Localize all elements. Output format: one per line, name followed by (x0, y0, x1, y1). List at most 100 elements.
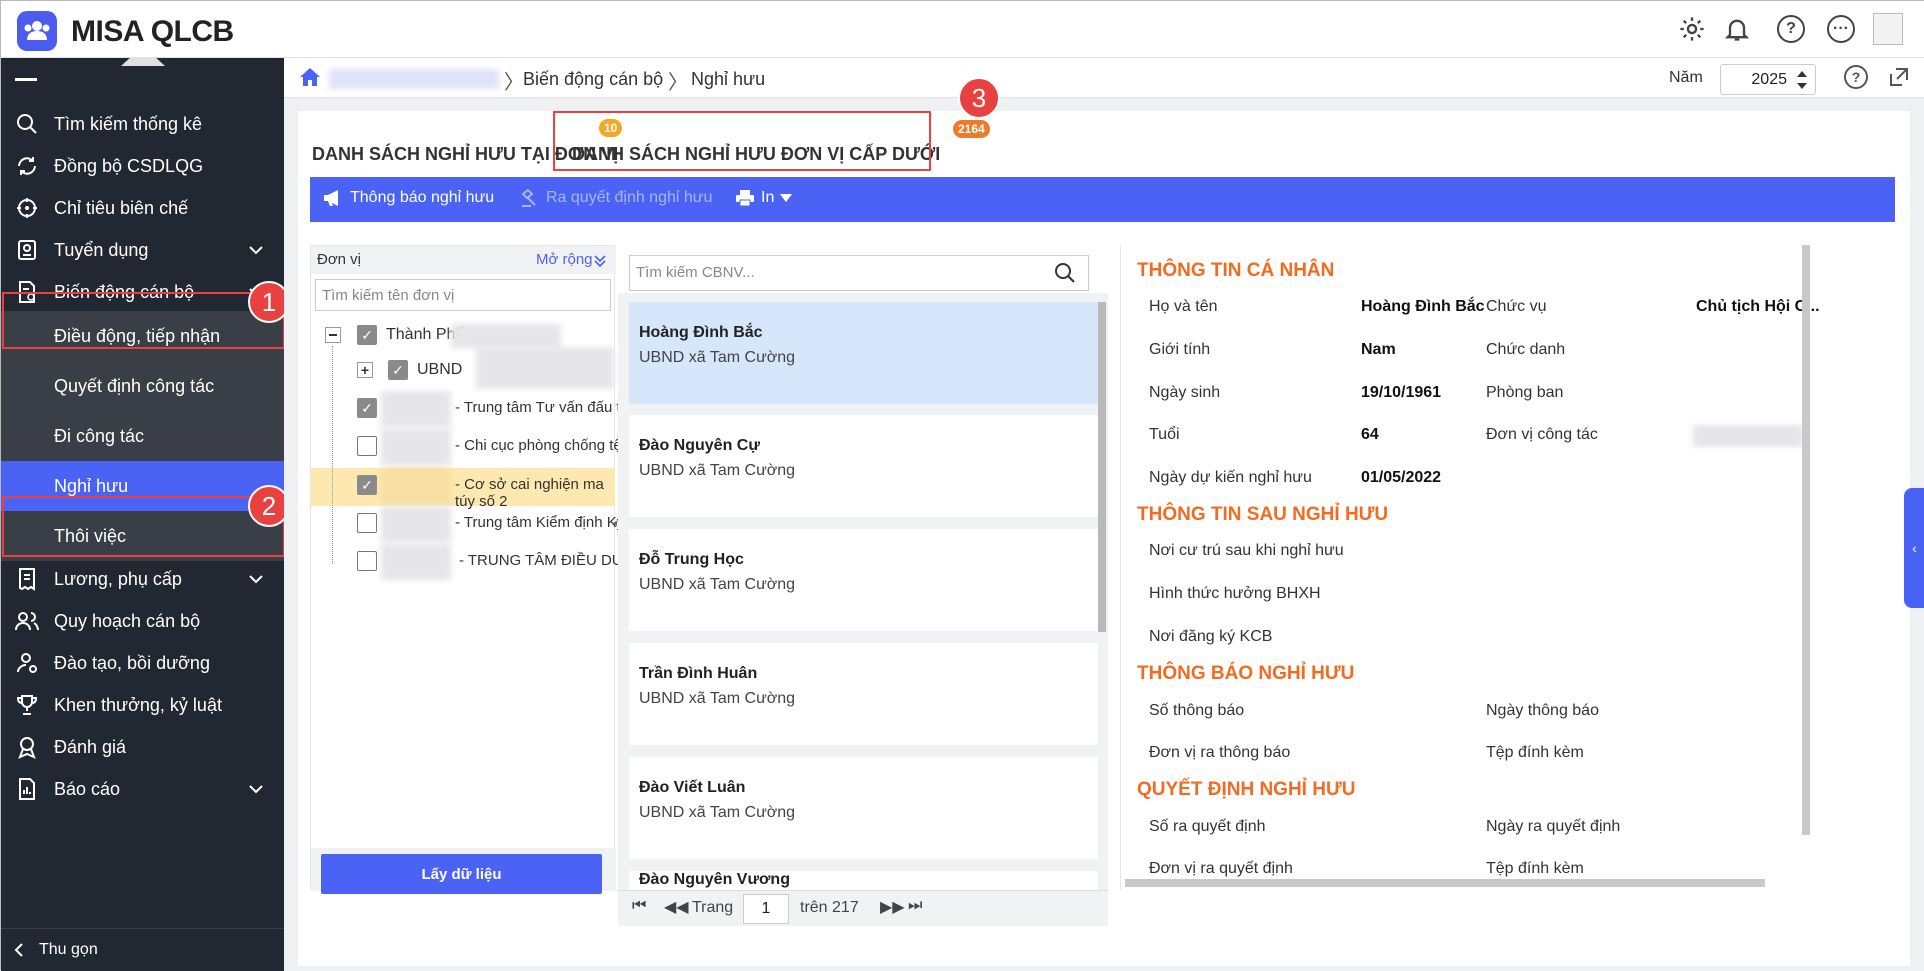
collapse-node-icon[interactable] (325, 327, 341, 343)
node-label-redacted (476, 347, 614, 389)
employee-card-selected[interactable]: Hoàng Đình Bắc UBND xã Tam Cường (629, 302, 1098, 404)
node-checkbox[interactable] (357, 436, 377, 456)
stepper-arrows-icon[interactable] (1795, 68, 1809, 92)
chevron-down-icon (249, 246, 263, 255)
avatar[interactable] (1873, 13, 1903, 45)
employee-unit: UBND xã Tam Cường (639, 462, 796, 479)
more-icon[interactable]: ··· (1827, 15, 1855, 43)
node-checkbox[interactable]: ✓ (357, 325, 377, 345)
field-label: Chức danh (1486, 341, 1566, 358)
side-drawer-toggle[interactable]: ‹ (1904, 488, 1924, 608)
year-label: Năm (1669, 69, 1703, 86)
field-label: Số ra quyết định (1149, 818, 1266, 835)
sidebar-subitem-work-decision[interactable]: Quyết định công tác (1, 361, 284, 411)
field-label: Hình thức hưởng BHXH (1149, 585, 1321, 602)
node-label-redacted (451, 324, 561, 348)
employee-card[interactable]: Đào Nguyên Vương (629, 871, 1098, 890)
employee-unit: UBND xã Tam Cường (639, 576, 796, 593)
section-decision-title: QUYẾT ĐỊNH NGHỈ HƯU (1137, 779, 1356, 800)
field-label: Tệp đính kèm (1486, 744, 1584, 761)
collapse-label: Thu gọn (39, 941, 98, 958)
node-checkbox[interactable] (357, 551, 377, 571)
page-label: Trang (692, 899, 734, 916)
breadcrumb-item-staff-change[interactable]: Biến động cán bộ (523, 69, 663, 90)
node-checkbox[interactable]: ✓ (388, 360, 408, 380)
last-page-icon[interactable]: ⏭ (908, 897, 922, 915)
gear-icon[interactable] (1678, 15, 1706, 43)
double-chevron-down-icon[interactable] (593, 254, 607, 268)
unit-search-input[interactable]: Tìm kiếm tên đơn vị (315, 279, 611, 311)
expand-node-icon[interactable]: + (357, 362, 373, 378)
node-checkbox[interactable]: ✓ (357, 398, 377, 418)
help-icon[interactable]: ? (1777, 15, 1805, 43)
expand-link[interactable]: Mở rộng (536, 251, 593, 268)
year-stepper[interactable]: 2025 (1720, 64, 1816, 95)
notify-retirement-button[interactable]: Thông báo nghỉ hưu (322, 189, 494, 207)
search-icon (13, 110, 41, 138)
unit-panel-title: Đơn vị (317, 251, 362, 268)
field-value-dob: 19/10/1961 (1361, 384, 1442, 401)
tree-node-rehab-selected[interactable]: ✓ - Cơ sở cai nghiện ma túy số 2 (311, 468, 615, 510)
page-input[interactable]: 1 (743, 894, 789, 924)
sidebar-item-report[interactable]: Báo cáo (1, 764, 284, 814)
employee-name: Trần Đình Huân (639, 665, 758, 682)
employee-card[interactable]: Trần Đình Huân UBND xã Tam Cường (629, 643, 1098, 745)
field-value-name: Hoàng Đình Bắc (1361, 298, 1485, 315)
node-checkbox[interactable] (357, 513, 377, 533)
next-page-icon[interactable]: ▶▶ (880, 897, 905, 917)
section-after-title: THÔNG TIN SAU NGHỈ HƯU (1137, 504, 1389, 525)
decide-retirement-button[interactable]: Ra quyết định nghỉ hưu (520, 189, 712, 207)
employee-search-input[interactable]: Tìm kiếm CBNV... (629, 255, 1089, 291)
bell-icon[interactable] (1723, 15, 1751, 43)
step-marker-3: 3 (958, 77, 1000, 119)
award-icon (13, 733, 41, 761)
receipt-icon (13, 565, 41, 593)
badge-icon (13, 236, 41, 264)
sidebar-item-label: Quy hoạch cán bộ (54, 610, 201, 631)
fetch-data-button[interactable]: Lấy dữ liệu (321, 854, 602, 894)
detail-horizontal-scrollbar[interactable] (1125, 879, 1765, 887)
gavel-icon (521, 189, 536, 207)
employee-card[interactable]: Đào Nguyên Cự UBND xã Tam Cường (629, 415, 1098, 517)
employee-card[interactable]: Đào Viết Luân UBND xã Tam Cường (629, 757, 1098, 859)
print-button[interactable]: In (735, 189, 793, 207)
employee-name: Đào Nguyên Cự (639, 437, 760, 454)
sidebar-item-label: Chỉ tiêu biên chế (54, 197, 189, 218)
breadcrumb-redacted (329, 69, 499, 89)
node-label: - Cơ sở cai nghiện ma túy số 2 (455, 476, 604, 510)
prev-page-icon[interactable]: ◀◀ (664, 897, 689, 917)
node-label-redacted (381, 544, 451, 580)
field-value-age: 64 (1361, 426, 1379, 443)
fetch-bar: Lấy dữ liệu (311, 848, 616, 894)
home-icon[interactable] (299, 67, 321, 87)
employee-card[interactable]: Đỗ Trung Học UBND xã Tam Cường (629, 529, 1098, 631)
employee-unit: UBND xã Tam Cường (639, 349, 796, 366)
node-checkbox[interactable]: ✓ (357, 475, 377, 495)
field-label: Phòng ban (1486, 384, 1564, 401)
field-label: Giới tính (1149, 341, 1211, 358)
field-label: Nơi cư trú sau khi nghỉ hưu (1149, 542, 1344, 559)
list-scrollbar[interactable] (1098, 302, 1106, 632)
sidebar-collapse-handle[interactable] (121, 58, 165, 66)
popout-icon[interactable] (1888, 66, 1910, 88)
sync-icon (13, 152, 41, 180)
sidebar-subitem-business-trip[interactable]: Đi công tác (1, 411, 284, 461)
employee-name: Đỗ Trung Học (639, 551, 744, 568)
sidebar-collapse-button[interactable]: Thu gọn (1, 928, 284, 971)
field-label: Đơn vị công tác (1486, 426, 1598, 443)
first-page-icon[interactable]: ⏮ (632, 897, 646, 915)
search-icon[interactable] (1054, 262, 1076, 284)
app-logo-icon (17, 11, 57, 51)
breadcrumb-separator: 〉 (504, 72, 524, 94)
employee-name: Đào Nguyên Vương (639, 871, 790, 888)
sidebar-item-label: Báo cáo (54, 778, 121, 799)
field-label: Họ và tên (1149, 298, 1218, 315)
help-icon[interactable]: ? (1844, 65, 1868, 89)
notify-retirement-label: Thông báo nghỉ hưu (350, 189, 495, 206)
employee-list-panel: Tìm kiếm CBNV... Hoàng Đình Bắc UBND xã … (618, 245, 1108, 890)
tree-guide-line (332, 346, 333, 564)
sidebar-item-label: Đào tạo, bồi dưỡng (54, 652, 210, 673)
app-window: MISA QLCB ? ··· Tìm kiếm thống kê Đồng b… (0, 0, 1924, 971)
field-value-gender: Nam (1361, 341, 1396, 358)
detail-vertical-scrollbar[interactable] (1802, 245, 1810, 835)
